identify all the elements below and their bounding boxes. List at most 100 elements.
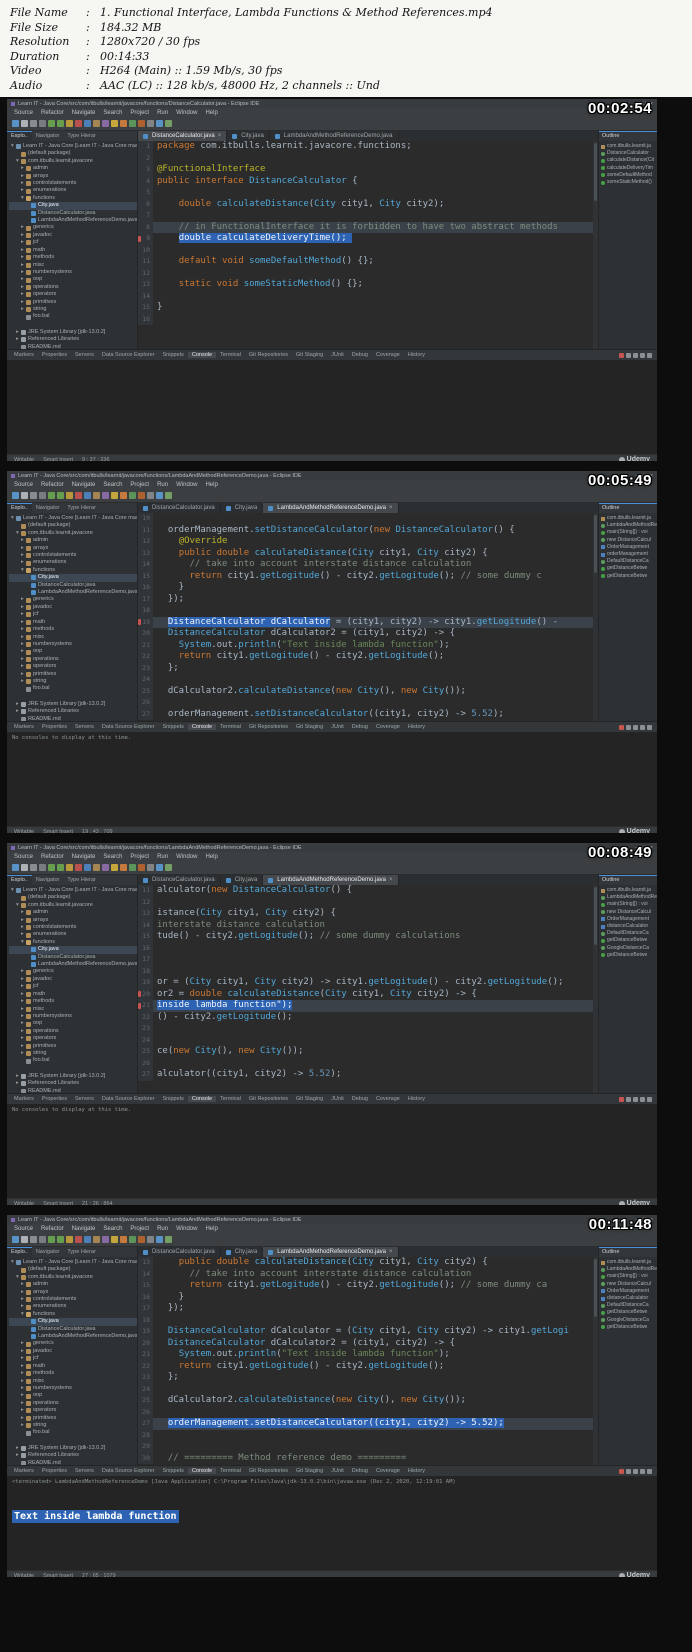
open-type-icon[interactable]: [102, 864, 109, 871]
tree-item[interactable]: ▸ enumerations: [9, 931, 137, 938]
menu-item-project[interactable]: Project: [130, 482, 149, 488]
bottom-tab-servers[interactable]: Servers: [71, 352, 98, 358]
debug-icon[interactable]: [48, 120, 55, 127]
tree-item[interactable]: ▾ Learn IT - Java Core [Learn IT - Java C…: [9, 1259, 137, 1266]
save-all-icon[interactable]: [30, 492, 37, 499]
outline-item[interactable]: calculateDistance(Cit: [601, 157, 657, 164]
menu-item-window[interactable]: Window: [176, 1226, 197, 1232]
bottom-tab-junit[interactable]: JUnit: [327, 724, 348, 730]
print-icon[interactable]: [39, 864, 46, 871]
outline-item[interactable]: DistanceCalculator: [601, 150, 657, 157]
tree-item[interactable]: ▸ operations: [9, 1400, 137, 1407]
tree-item[interactable]: DistanceCalculator.java: [9, 954, 137, 961]
tree-item[interactable]: ▸ operators: [9, 1407, 137, 1414]
debug-icon[interactable]: [48, 492, 55, 499]
save-all-icon[interactable]: [30, 120, 37, 127]
menu-item-run[interactable]: Run: [157, 1226, 168, 1232]
editor-tab[interactable]: DistanceCalculator.java: [138, 875, 221, 885]
bottom-tab-properties[interactable]: Properties: [38, 352, 71, 358]
menu-item-window[interactable]: Window: [176, 110, 197, 116]
remove-launch-icon[interactable]: [626, 1096, 631, 1102]
outline-item[interactable]: new DistanceCalcul: [601, 537, 657, 544]
bottom-tab-servers[interactable]: Servers: [71, 1096, 98, 1102]
bottom-tab-coverage[interactable]: Coverage: [372, 724, 404, 730]
tree-item[interactable]: ▸ javadoc: [9, 976, 137, 983]
bottom-tab-history[interactable]: History: [404, 1468, 429, 1474]
menu-item-project[interactable]: Project: [130, 110, 149, 116]
clear-console-icon[interactable]: [633, 1096, 638, 1102]
tree-item[interactable]: ▸ methods: [9, 998, 137, 1005]
annotation-icon[interactable]: [129, 864, 136, 871]
explorer-tab-navigator[interactable]: Navigator: [32, 875, 64, 885]
menu-item-refactor[interactable]: Refactor: [41, 482, 64, 488]
tree-item[interactable]: ▸ controlstatements: [9, 552, 137, 559]
tree-item[interactable]: foo.bal: [9, 685, 137, 692]
tree-item[interactable]: ▸ oop: [9, 648, 137, 655]
tree-item[interactable]: ▸ Referenced Libraries: [9, 1452, 137, 1459]
forward-icon[interactable]: [165, 864, 172, 871]
bottom-tab-data-source-explorer[interactable]: Data Source Explorer: [98, 724, 159, 730]
bottom-tab-debug[interactable]: Debug: [348, 352, 372, 358]
tree-item[interactable]: ▸ numbersystems: [9, 641, 137, 648]
bottom-tab-history[interactable]: History: [404, 724, 429, 730]
editor-tab[interactable]: LambdaAndMethodReferenceDemo.java ×: [263, 1247, 399, 1257]
tree-item[interactable]: ▸ controlstatements: [9, 180, 137, 187]
outline-item[interactable]: getDistanceBetwe: [601, 573, 657, 580]
tree-item[interactable]: ▸ controlstatements: [9, 924, 137, 931]
pin-console-icon[interactable]: [647, 1096, 652, 1102]
tree-item[interactable]: ▸ JRE System Library [jdk-13.0.2]: [9, 1445, 137, 1452]
bottom-tab-junit[interactable]: JUnit: [327, 1468, 348, 1474]
console-view[interactable]: [7, 360, 657, 454]
external-tools-icon[interactable]: [120, 120, 127, 127]
explorer-tab-explo[interactable]: Explo..: [7, 875, 32, 885]
code-editor[interactable]: 11 alculator(new DistanceCalculator() {12…: [138, 885, 598, 1093]
outline-item[interactable]: com.itbulls.learnit.ja: [601, 515, 657, 522]
bottom-tab-console[interactable]: Console: [187, 1468, 217, 1474]
back-icon[interactable]: [156, 1236, 163, 1243]
tree-item[interactable]: City.java: [9, 1318, 137, 1326]
bottom-tab-terminal[interactable]: Terminal: [216, 1468, 245, 1474]
bottom-tab-markers[interactable]: Markers: [10, 352, 38, 358]
menu-item-window[interactable]: Window: [176, 482, 197, 488]
tree-item[interactable]: ▾ functions: [9, 567, 137, 574]
tree-item[interactable]: ▸ operators: [9, 1035, 137, 1042]
menu-item-help[interactable]: Help: [205, 1226, 217, 1232]
editor-tab[interactable]: DistanceCalculator.java ×: [138, 131, 228, 141]
annotation-icon[interactable]: [129, 492, 136, 499]
bottom-tab-git-staging[interactable]: Git Staging: [292, 724, 327, 730]
explorer-tab-explo[interactable]: Explo..: [7, 1247, 32, 1257]
explorer-tab-navigator[interactable]: Navigator: [32, 503, 64, 513]
tree-item[interactable]: ▸ oop: [9, 1020, 137, 1027]
outline-item[interactable]: LambdaAndMethodRe: [601, 522, 657, 529]
explorer-tab-typehierar[interactable]: Type Hierar: [63, 875, 99, 885]
menu-item-window[interactable]: Window: [176, 854, 197, 860]
terminate-icon[interactable]: [619, 1096, 624, 1102]
tree-item[interactable]: ▸ generics: [9, 224, 137, 231]
last-edit-icon[interactable]: [138, 120, 145, 127]
tree-item[interactable]: ▸ operations: [9, 656, 137, 663]
tree-item[interactable]: ▸ jcf: [9, 611, 137, 618]
outline-item[interactable]: com.itbulls.learnit.ja: [601, 1259, 657, 1266]
bottom-tab-data-source-explorer[interactable]: Data Source Explorer: [98, 352, 159, 358]
bottom-tab-coverage[interactable]: Coverage: [372, 352, 404, 358]
outline-item[interactable]: new DistanceCalcul: [601, 909, 657, 916]
save-all-icon[interactable]: [30, 1236, 37, 1243]
menu-item-search[interactable]: Search: [103, 1226, 122, 1232]
bottom-tab-properties[interactable]: Properties: [38, 1096, 71, 1102]
tree-item[interactable]: ▸ Referenced Libraries: [9, 1080, 137, 1087]
tree-item[interactable]: LambdaAndMethodReferenceDemo.java: [9, 217, 137, 224]
console-view[interactable]: <terminated> LambdaAndMethodReferenceDem…: [7, 1476, 657, 1570]
bottom-tab-git-staging[interactable]: Git Staging: [292, 352, 327, 358]
tree-item[interactable]: LambdaAndMethodReferenceDemo.java: [9, 1333, 137, 1340]
pin-console-icon[interactable]: [647, 352, 652, 358]
tree-item[interactable]: City.java: [9, 574, 137, 582]
outline-tab[interactable]: Outline: [599, 131, 657, 141]
annotation-icon[interactable]: [129, 120, 136, 127]
outline-item[interactable]: GoogleDistanceCa: [601, 945, 657, 952]
explorer-tab-typehierar[interactable]: Type Hierar: [63, 503, 99, 513]
forward-icon[interactable]: [165, 492, 172, 499]
back-icon[interactable]: [156, 120, 163, 127]
tree-item[interactable]: ▸ oop: [9, 276, 137, 283]
tree-item[interactable]: ▸ math: [9, 991, 137, 998]
bottom-tab-properties[interactable]: Properties: [38, 724, 71, 730]
